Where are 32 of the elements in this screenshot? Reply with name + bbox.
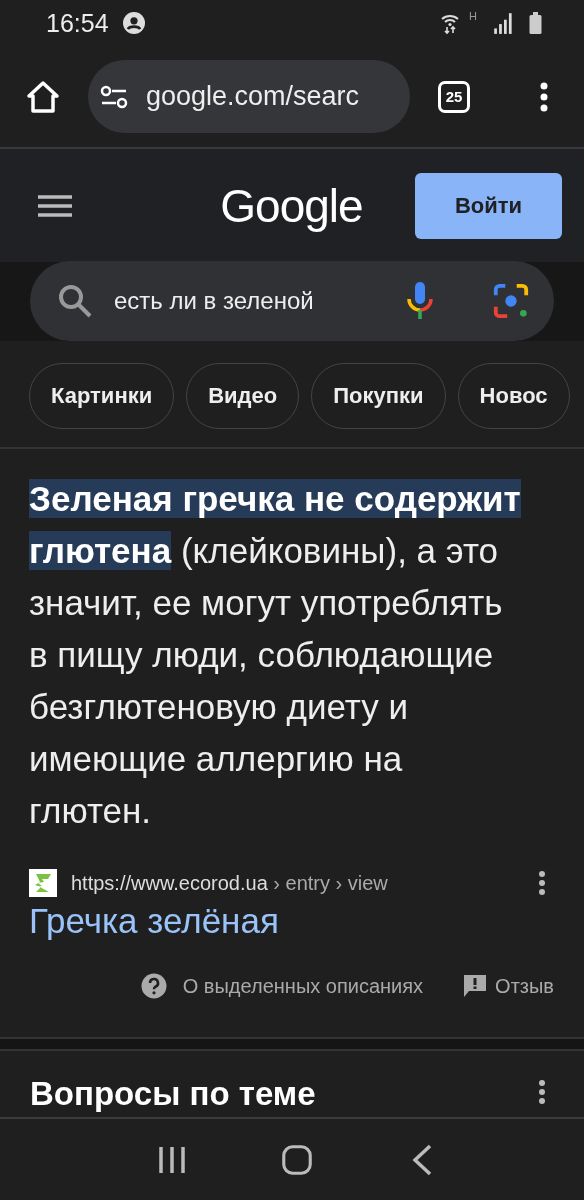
home-icon[interactable] <box>282 1143 312 1176</box>
filter-chip[interactable]: Видео <box>186 363 300 429</box>
help-icon[interactable] <box>140 973 167 999</box>
camera-icon[interactable] <box>492 282 530 320</box>
site-settings-icon[interactable] <box>100 84 128 109</box>
battery-icon <box>529 12 542 34</box>
network-type: H <box>469 10 477 22</box>
feedback-icon[interactable] <box>463 973 488 999</box>
more-icon[interactable] <box>540 81 548 112</box>
logo: Google <box>219 178 364 233</box>
more-icon[interactable] <box>538 870 546 896</box>
filter-chip[interactable]: Новос <box>457 363 570 429</box>
feedback-link[interactable]: Отзыв <box>495 974 554 998</box>
filter-chip[interactable]: Покупки <box>311 363 446 429</box>
result-title-link[interactable]: Гречка зелёная <box>29 901 554 941</box>
clock: 16:54 <box>46 8 109 38</box>
more-icon[interactable] <box>538 1079 546 1105</box>
search-field[interactable]: есть ли в зеленой <box>30 261 554 341</box>
menu-icon[interactable] <box>38 193 72 218</box>
site-favicon <box>29 869 57 897</box>
tab-count-button[interactable]: 25 <box>438 80 470 113</box>
account-icon <box>122 12 145 34</box>
featured-snippet: Зеленая гречка не содержит глютена (клейковины), а это значит, ее могут употреблять в пищу люди, соблюдающие безглютеновую диету и имеющие аллергию на глютен. <box>29 478 522 832</box>
microphone-icon[interactable] <box>406 281 434 321</box>
address-bar[interactable]: google.com/searc <box>88 60 410 133</box>
about-snippets-link[interactable]: О выделенных описаниях <box>182 974 424 998</box>
signal-icon <box>493 11 515 35</box>
search-icon <box>58 284 92 318</box>
filter-chip[interactable]: Картинки <box>29 363 175 429</box>
sign-in-button[interactable]: Войти <box>415 172 562 239</box>
source-url: https://www.ecorod.ua › entry › view <box>71 871 388 895</box>
section-heading: Вопросы по теме <box>30 1075 316 1113</box>
